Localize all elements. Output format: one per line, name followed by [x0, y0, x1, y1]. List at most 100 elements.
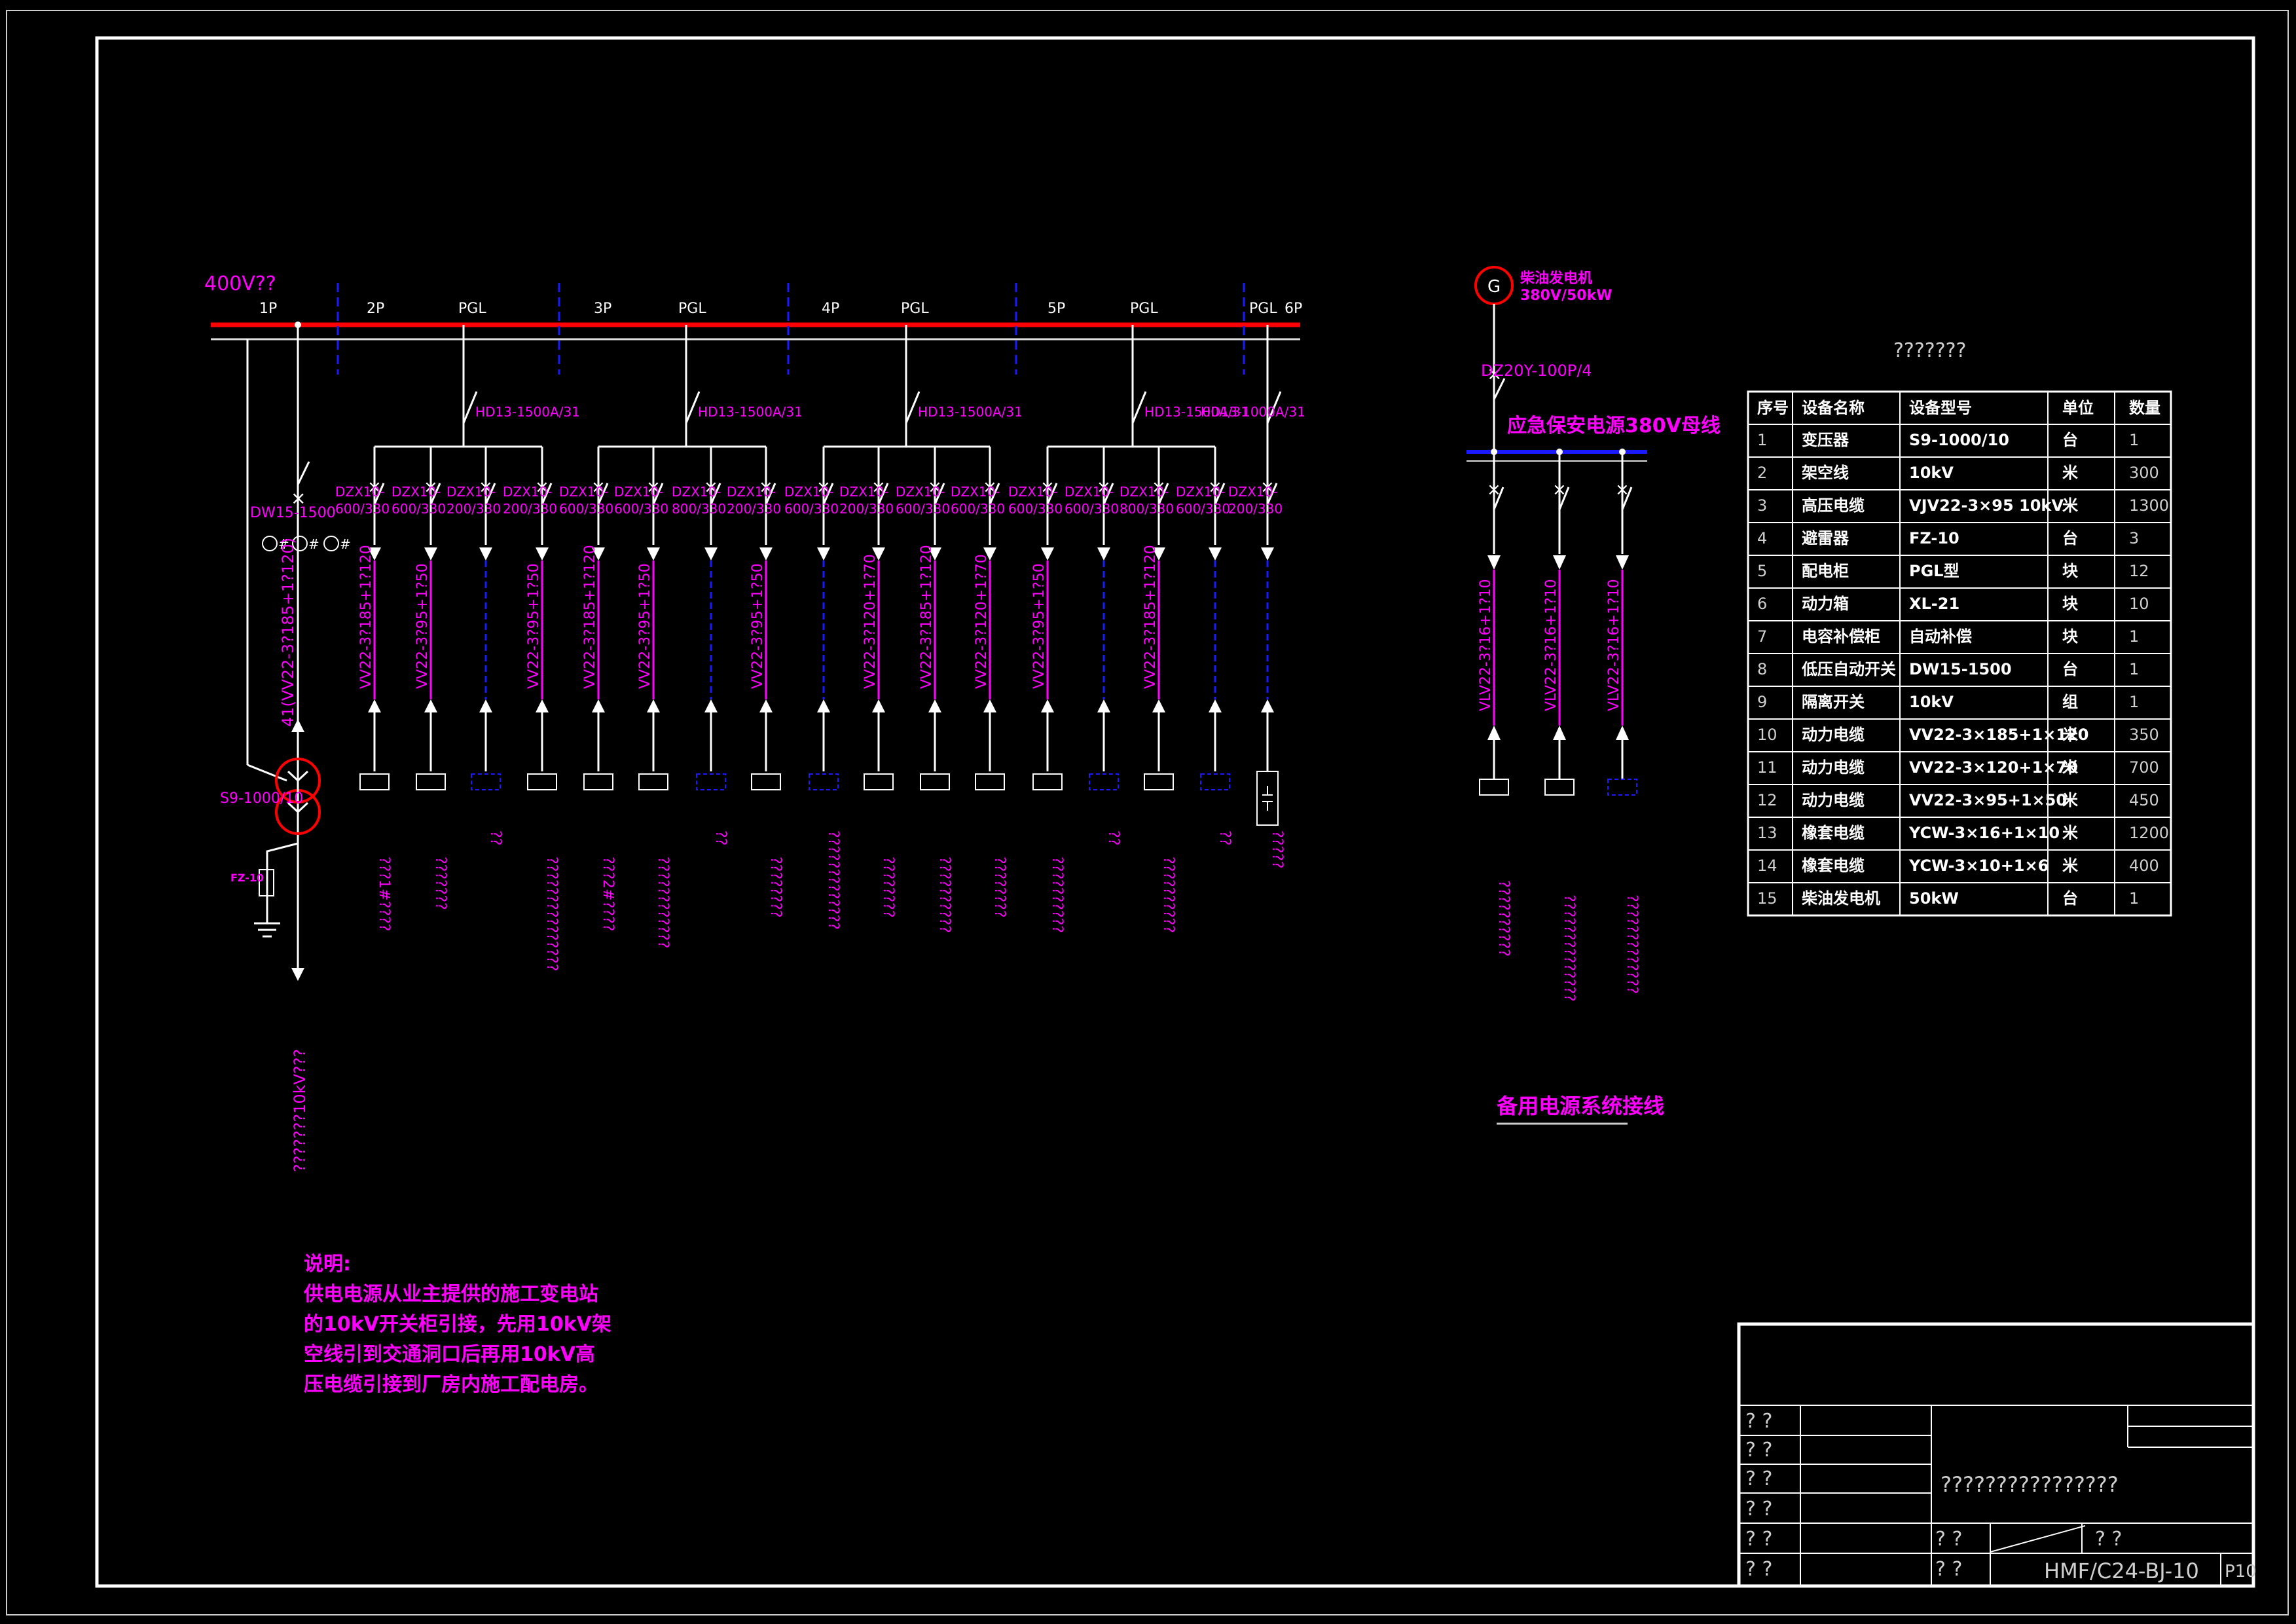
panel-label: 4P	[822, 301, 839, 317]
backup-cable-label: VLV22-3?16+1?10	[1543, 579, 1559, 711]
feeder-load-note: ???1#????	[376, 857, 392, 931]
table-cell: 柴油发电机	[1801, 889, 1880, 908]
feeder-load-note: ??????????	[1160, 857, 1176, 933]
feeder-breaker-rating: 600/330	[559, 501, 613, 517]
backup-cable-label: VLV22-3?16+1?10	[1606, 579, 1622, 711]
feeder: ×DZX10-600/330??	[1176, 447, 1233, 845]
feeder-breaker-rating: 600/330	[392, 501, 446, 517]
table-cell: 2	[1757, 464, 1767, 482]
bus-junction-dot	[295, 322, 301, 328]
arrow-up-icon	[872, 699, 885, 712]
backup-cable-label: VLV22-3?16+1?10	[1478, 579, 1494, 711]
group-breaker-label: HD13-1000A/31	[1201, 404, 1305, 420]
feeder: ×DZX10-600/330VV22-3?185+1?120???1#????	[335, 447, 392, 931]
generator-rating: 380V/50kW	[1520, 287, 1613, 304]
feeder-group: HD13-1500A/31	[824, 325, 1023, 448]
arrow-down-icon	[817, 547, 830, 561]
table-cell: FZ-10	[1909, 529, 1959, 547]
table-cell: 12	[2129, 562, 2149, 580]
table-cell: 自动补偿	[1909, 627, 1972, 646]
feeder: ×DZX10-600/330?????????????	[784, 447, 841, 930]
tb-drawing-number: HMF/C24-BJ-10	[2044, 1559, 2199, 1583]
arrow-up-icon	[1487, 726, 1501, 740]
table-cell: 6	[1757, 595, 1767, 613]
arrow-down-icon	[1616, 555, 1629, 570]
feeder-load-note: ????????	[880, 857, 896, 917]
table-cell: 15	[1757, 889, 1777, 908]
table-cell: 9	[1757, 693, 1767, 711]
table-cell: 3	[2129, 529, 2139, 547]
load-box-icon	[471, 773, 501, 790]
table-header: 设备型号	[1909, 399, 1972, 417]
table-cell: 700	[2129, 758, 2159, 777]
arrow-up-icon	[928, 699, 941, 712]
feeder-load-note: ????????	[767, 857, 784, 917]
group-breaker-label: HD13-1500A/31	[918, 404, 1023, 420]
load-box-icon	[1607, 779, 1637, 796]
arrow-down-icon	[536, 547, 549, 561]
arrow-up-icon	[1152, 699, 1165, 712]
feeder: ×DZX10-200/330VV22-3?120+1?70????????	[839, 447, 896, 917]
table-cell: 400	[2129, 857, 2159, 875]
table-cell: 避雷器	[1802, 529, 1850, 547]
feeder: ×DZX10-600/330VV22-3?120+1?70????????	[951, 447, 1008, 917]
table-cell: 4	[1757, 529, 1767, 547]
table-cell: 350	[2129, 726, 2159, 744]
table-cell: YCW-3×10+1×6	[1908, 857, 2049, 875]
panel-labels: 1P 2P PGL 3P PGL 4P PGL 5P PGL PGL 6P	[259, 301, 1302, 317]
table-cell: 10	[2129, 595, 2149, 613]
feeder-cable-label: VV22-3?120+1?70	[974, 554, 990, 689]
feeder-breaker-type: DZX10-	[896, 484, 945, 500]
table-cell: 块	[2062, 562, 2078, 580]
table-cell: DW15-1500	[1909, 660, 2012, 678]
table-cell: 300	[2129, 464, 2159, 482]
load-box-icon	[1200, 773, 1230, 790]
feeder-breaker-rating: 800/330	[1120, 501, 1174, 517]
table-cell: 1	[2129, 693, 2139, 711]
incoming-source-note: ???????10kV???	[291, 1049, 309, 1172]
feeder-breaker-type: DZX10-	[784, 484, 833, 500]
switch-blade	[1131, 391, 1147, 424]
arrow-down-icon	[479, 547, 492, 561]
table-cell: 50kW	[1909, 889, 1959, 908]
table-header: 序号	[1757, 399, 1789, 417]
arrow-up-icon	[1616, 726, 1629, 740]
backup-load-note: ??????????????	[1561, 895, 1577, 1001]
feeder-breaker-rating: 600/330	[1065, 501, 1119, 517]
feeder-load-note: ??	[487, 830, 503, 845]
table-cell: YCW-3×16+1×10	[1908, 824, 2060, 842]
feeder-breaker-type: DZX10-	[1228, 484, 1277, 500]
feeder-cable-label: VV22-3?95+1?50	[750, 563, 766, 689]
feeder-cable-label: VV22-3?185+1?120	[919, 545, 935, 689]
table-cell: 13	[1757, 824, 1777, 842]
backup-feeder: ×VLV22-3?16+1?10??????????????	[1543, 449, 1577, 1001]
backup-system: G 柴油发电机 380V/50kW × DZ20Y-100P/4 应急保安电源3…	[1467, 266, 1721, 1125]
panel-dividers	[337, 283, 1245, 375]
feeder-load-note: ??	[1105, 830, 1121, 845]
switch-blade	[462, 391, 478, 424]
ct-hash-icon: #	[308, 536, 319, 552]
panel-label: 6P	[1285, 301, 1302, 317]
arrow-down-icon	[1041, 547, 1054, 561]
feeder-load-note: ??????????	[936, 857, 953, 933]
arrow-down-icon	[291, 968, 304, 981]
arrow-up-icon	[1261, 699, 1274, 712]
load-box-icon	[1479, 779, 1509, 796]
load-box-icon	[809, 773, 839, 790]
feeder-breaker-type: DZX10-	[559, 484, 608, 500]
backup-load-note: ?????????????	[1624, 895, 1640, 994]
backup-bus-label: 应急保安电源380V母线	[1507, 415, 1721, 437]
table-cell: 3	[1757, 496, 1767, 515]
arrow-down-icon	[759, 547, 773, 561]
backup-load-note: ??????????	[1495, 880, 1512, 957]
feeder-group: HD13-1500A/31	[1048, 325, 1249, 448]
table-cell: XL-21	[1909, 595, 1959, 613]
feeder: ×DZX10-600/330VV22-3?185+1?120??????????	[896, 447, 953, 933]
feeder-groups: HD13-1500A/31 HD13-1500A/31 HD13-1500A/31 H…	[374, 325, 1305, 458]
table-cell: 台	[2062, 889, 2078, 908]
backup-system-title: 备用电源系统接线	[1497, 1094, 1664, 1118]
table-cell: 10	[1757, 726, 1777, 744]
capacitor-icon	[1262, 786, 1273, 811]
table-cell: PGL型	[1909, 562, 1959, 580]
feeder: ×DZX10-200/330VV22-3?95+1?50????????????…	[503, 447, 560, 971]
